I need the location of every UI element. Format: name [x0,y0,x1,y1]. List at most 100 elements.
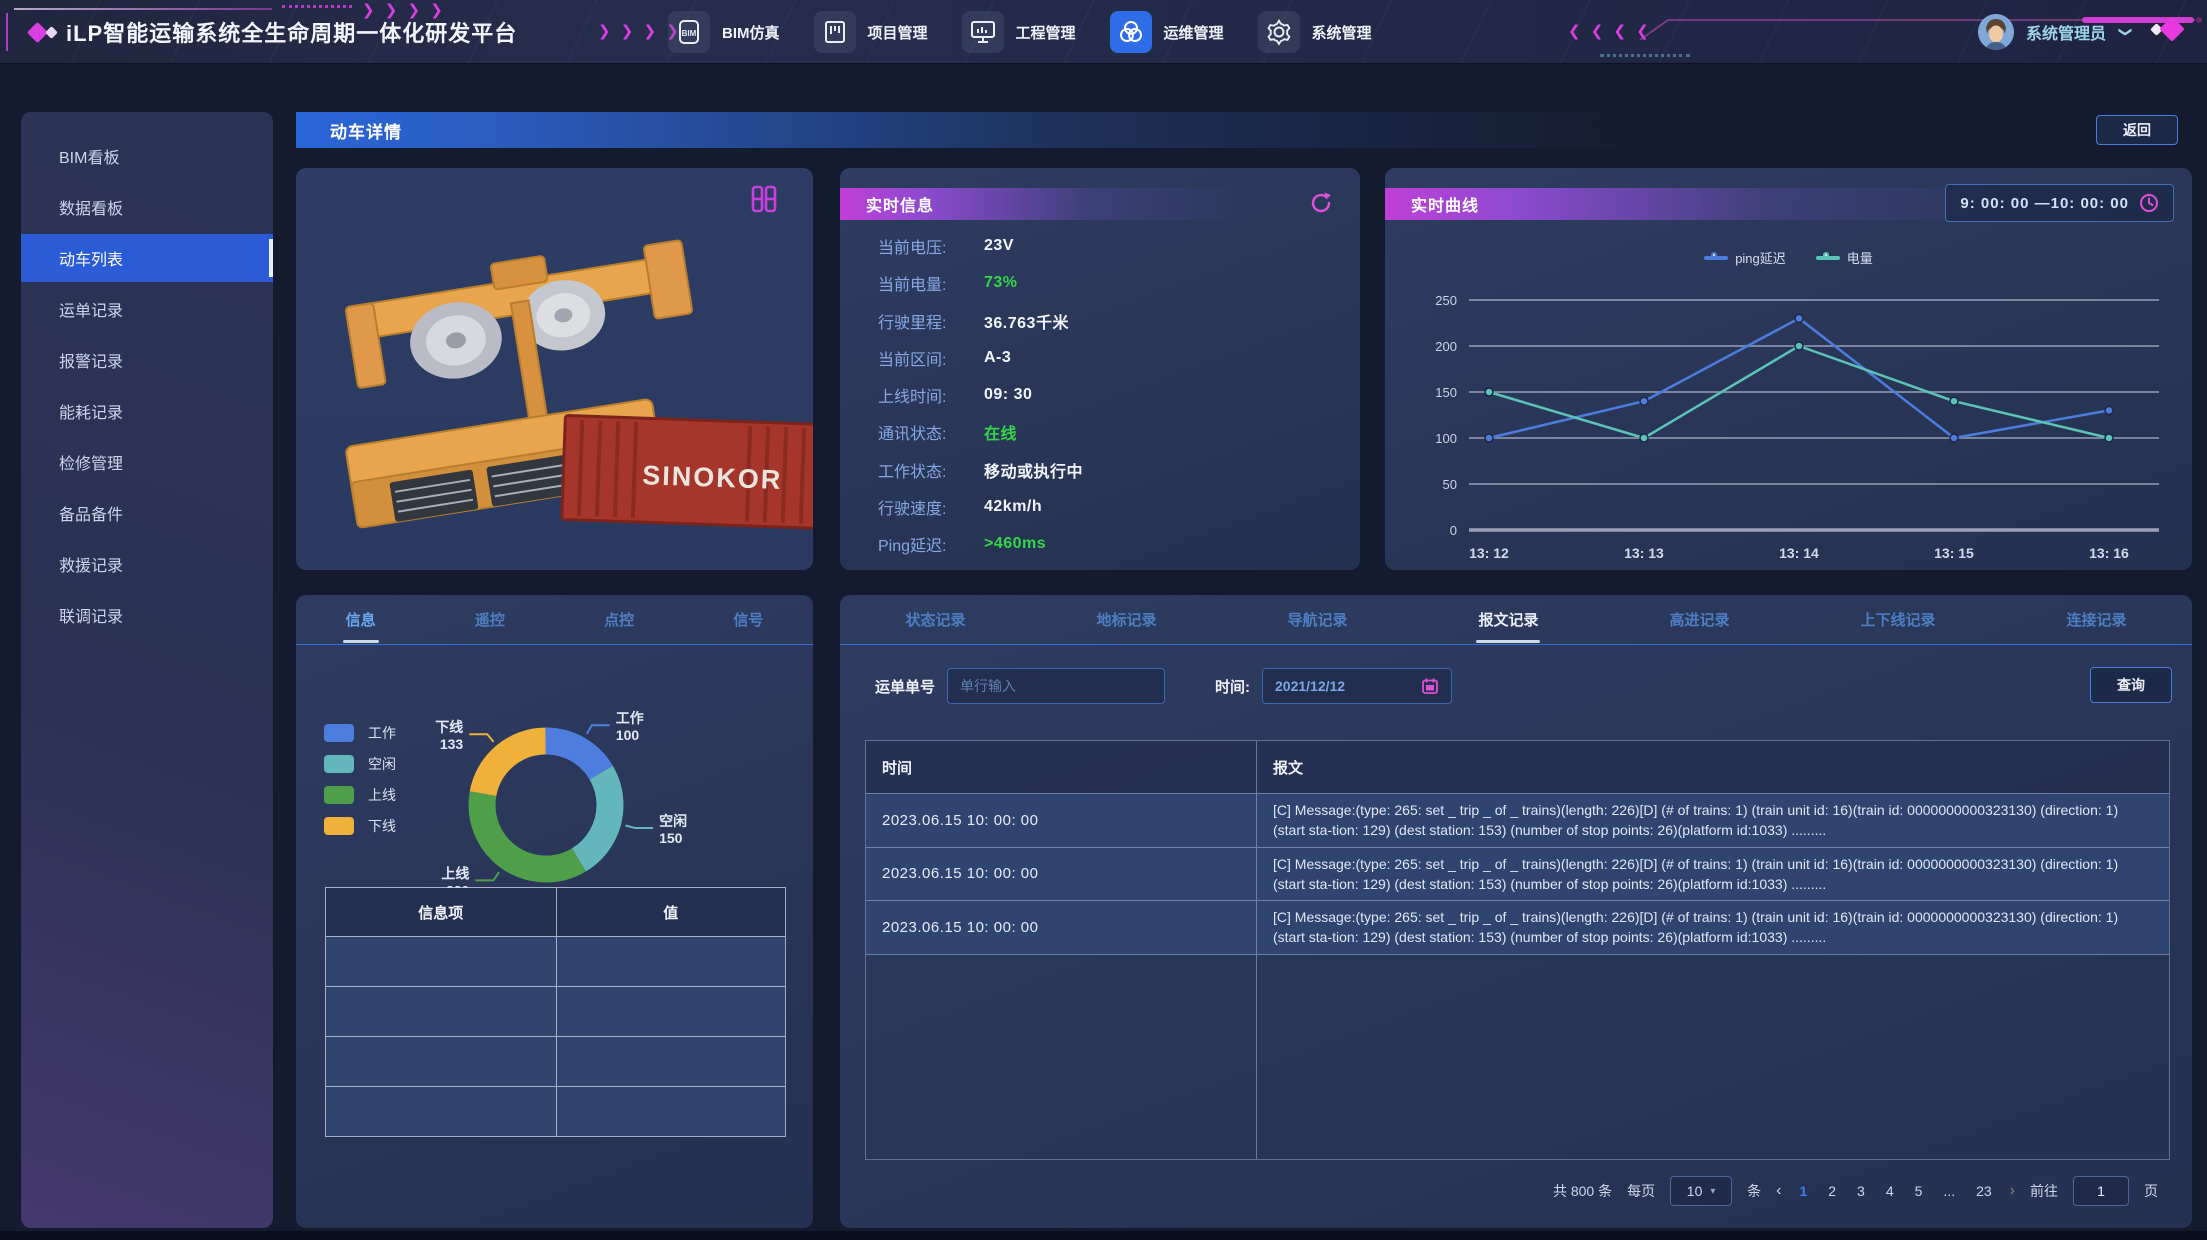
sidebar-item[interactable]: 动车列表 [21,234,273,282]
waybill-label: 运单单号 [875,676,935,697]
page-number[interactable]: 2 [1825,1183,1839,1199]
records-tab[interactable]: 高进记录 [1663,609,1735,630]
page-number[interactable]: 3 [1854,1183,1868,1199]
nav-item-system[interactable]: 系统管理 [1258,11,1372,53]
per-page-value: 10 [1687,1183,1703,1199]
pager-ellipsis: ... [1940,1183,1958,1199]
page-unit: 页 [2144,1181,2158,1201]
time-label: 时间: [1215,676,1250,697]
records-row[interactable]: 2023.06.15 10: 00: 00[C] Message:(type: … [866,847,2169,901]
legend-dot-icon [1823,252,1829,258]
prev-page-button[interactable]: ‹ [1776,1182,1781,1200]
realtime-curve-panel: 实时曲线 9: 00: 00 —10: 00: 00 ping延迟电量 0501… [1385,168,2192,570]
time-range-value: 9: 00: 00 —10: 00: 00 [1960,195,2129,212]
nav-item-bim[interactable]: BIMBIM仿真 [668,11,780,53]
sidebar-item[interactable]: 检修管理 [21,438,273,486]
page-number[interactable]: 1 [1796,1183,1810,1199]
info-table-cell [556,1037,786,1086]
sidebar-item[interactable]: 报警记录 [21,336,273,384]
info-row: 通讯状态:在线 [878,420,1340,444]
sidebar-item[interactable]: 能耗记录 [21,387,273,435]
records-table: 时间报文2023.06.15 10: 00: 00[C] Message:(ty… [865,740,2170,1160]
nav-item-project[interactable]: 项目管理 [814,11,928,53]
train-3d-image: SINOKOR [296,168,813,570]
legend-item-ping延迟[interactable]: ping延迟 [1704,248,1786,267]
message-tab[interactable]: 信号 [727,609,769,630]
message-stats-panel: 信息遥控点控信号 工作空闲上线下线 工作100空闲150上线220下线133 信… [296,595,813,1228]
next-page-button[interactable]: › [2010,1182,2015,1200]
bottom-strip [0,1231,2207,1240]
records-tab[interactable]: 连接记录 [2060,609,2132,630]
waybill-input[interactable] [947,668,1165,704]
record-message-cell: [C] Message:(type: 265: set _ trip _ of … [1256,794,2169,847]
refresh-icon[interactable] [1308,190,1334,216]
records-tabs: 状态记录 地标记录 导航记录 报文记录 高进记录 上下线记录 连接记录 [840,595,2192,645]
records-row[interactable]: 2023.06.15 10: 00: 00[C] Message:(type: … [866,900,2169,954]
sidebar-item[interactable]: 救援记录 [21,540,273,588]
goto-box [2073,1176,2129,1206]
sidebar-item[interactable]: 联调记录 [21,591,273,639]
info-row-value: 73% [984,274,1018,292]
info-row-value: >460ms [984,535,1046,553]
goto-page-input[interactable] [2074,1182,2128,1200]
y-axis-tick: 200 [1435,339,1457,354]
message-tab[interactable]: 点控 [598,609,640,630]
y-axis-tick: 150 [1435,385,1457,400]
info-row: 行驶速度:42km/h [878,495,1340,519]
ops-icon [1110,11,1152,53]
realtime-info-header: 实时信息 [840,188,1360,220]
message-tab[interactable]: 信息 [340,609,382,630]
info-row: 工作状态:移动或执行中 [878,458,1340,482]
records-tab[interactable]: 状态记录 [899,609,971,630]
nav-item-engineering[interactable]: 工程管理 [962,11,1076,53]
time-range-picker[interactable]: 9: 00: 00 —10: 00: 00 [1945,184,2174,222]
nav-item-ops[interactable]: 运维管理 [1110,11,1224,53]
info-table-row [326,986,785,1036]
sidebar-item[interactable]: BIM看板 [21,132,273,180]
nav-item-label: 工程管理 [1016,22,1076,43]
x-axis-tick: 13: 14 [1779,545,1819,561]
main-nav: BIMBIM仿真项目管理 工程管理 运维管理 系统管理 [668,0,1372,64]
info-row: Ping延迟: >460ms [878,532,1340,556]
records-tab[interactable]: 地标记录 [1090,609,1162,630]
info-row-label: Ping延迟: [878,532,974,556]
page-number[interactable]: 5 [1912,1183,1926,1199]
legend-item-电量[interactable]: 电量 [1816,248,1873,267]
nav-item-label: 运维管理 [1164,22,1224,43]
date-picker[interactable]: 2021/12/12 [1262,668,1452,704]
per-page-select[interactable]: 10▾ [1670,1176,1732,1206]
pager-total: 共 800 条 [1553,1181,1612,1201]
project-icon [814,11,856,53]
donut-label-下线: 下线133 [435,719,463,752]
info-row-value: 在线 [984,420,1017,444]
container-brand-text: SINOKOR [642,460,783,495]
info-row-label: 上线时间: [878,383,974,407]
records-empty-area [866,954,2169,1159]
back-button[interactable]: 返回 [2096,115,2178,145]
realtime-curve-title: 实时曲线 [1385,192,1479,216]
message-tab[interactable]: 遥控 [469,609,511,630]
query-button[interactable]: 查询 [2090,667,2172,703]
fragment-view-icon[interactable] [749,184,779,214]
app-logo: iLP智能运输系统全生命周期一体化研发平台 [30,0,517,64]
nav-item-label: BIM仿真 [722,22,780,43]
user-menu[interactable]: 系统管理员 ❯ [1978,0,2131,64]
records-tab[interactable]: 上下线记录 [1854,609,1941,630]
records-row[interactable]: 2023.06.15 10: 00: 00[C] Message:(type: … [866,793,2169,847]
sidebar: BIM看板数据看板动车列表运单记录报警记录能耗记录检修管理备品备件救援记录联调记… [21,112,273,1228]
records-tab[interactable]: 报文记录 [1472,609,1544,630]
sidebar-item[interactable]: 数据看板 [21,183,273,231]
page-number[interactable]: 23 [1973,1183,1995,1199]
legend-dot-icon [1711,252,1717,258]
app-root: ❯ ❯ ❯ ❯ iLP智能运输系统全生命周期一体化研发平台 ❯ ❯ ❯ ❯ BI… [0,0,2207,1240]
records-tab[interactable]: 导航记录 [1281,609,1353,630]
info-row: 上线时间:09: 30 [878,383,1340,407]
info-table-cell [326,937,556,986]
info-row: 当前电量:73% [878,271,1340,295]
sidebar-item[interactable]: 运单记录 [21,285,273,333]
x-axis-tick: 13: 13 [1624,545,1664,561]
top-header: ❯ ❯ ❯ ❯ iLP智能运输系统全生命周期一体化研发平台 ❯ ❯ ❯ ❯ BI… [0,0,2207,64]
clock-icon [2139,193,2159,213]
page-number[interactable]: 4 [1883,1183,1897,1199]
sidebar-item[interactable]: 备品备件 [21,489,273,537]
